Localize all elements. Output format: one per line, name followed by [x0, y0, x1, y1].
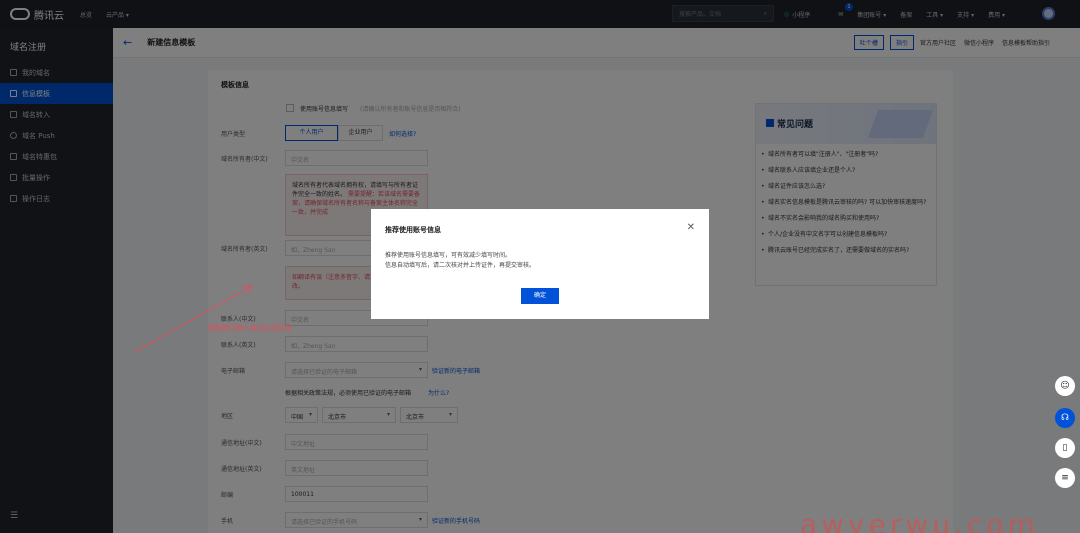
- annotation-text: 根据提示输入域名实名信息: [208, 324, 292, 332]
- dialog-body: 推荐使用账号信息填写，可有效减少填写时间。 信息自动填写后，请二次核对并上传证件…: [385, 251, 535, 271]
- headset-support-icon[interactable]: ☊: [1055, 408, 1075, 428]
- list-menu-icon[interactable]: ≡: [1055, 468, 1075, 488]
- recommend-dialog: 推荐使用账号信息 ✕ 推荐使用账号信息填写，可有效减少填写时间。 信息自动填写后…: [371, 209, 709, 319]
- dialog-title: 推荐使用账号信息: [385, 226, 441, 234]
- dialog-line-1: 推荐使用账号信息填写，可有效减少填写时间。: [385, 252, 512, 259]
- smile-assistant-icon[interactable]: ☺: [1055, 376, 1075, 396]
- close-icon[interactable]: ✕: [687, 222, 695, 233]
- book-docs-icon[interactable]: ▯: [1055, 438, 1075, 458]
- watermark-text: awyerwu.com: [800, 508, 1039, 533]
- confirm-button[interactable]: 确定: [521, 288, 559, 304]
- dialog-line-2: 信息自动填写后，请二次核对并上传证件，再提交审核。: [385, 262, 536, 269]
- annotation-arrow: [134, 285, 253, 353]
